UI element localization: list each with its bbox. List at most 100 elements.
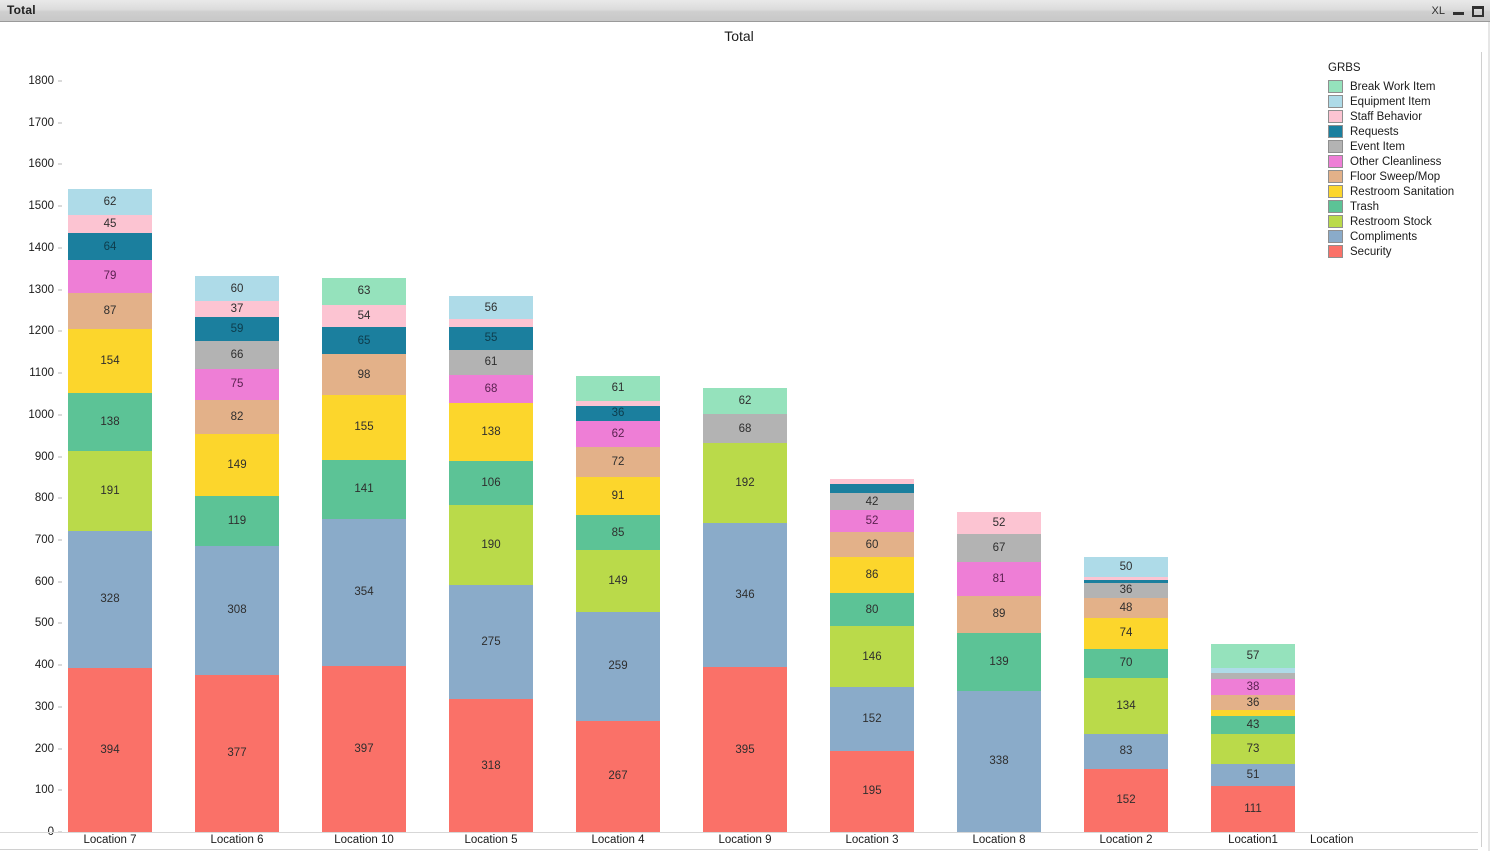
bar-segment[interactable]: 308 [195,546,279,675]
bar-segment[interactable]: 59 [195,316,279,342]
bar-segment[interactable]: 63 [322,278,406,305]
bar-segment[interactable]: 138 [68,393,152,452]
bar-segment[interactable]: 50 [1084,556,1168,578]
bar-segment[interactable]: 275 [449,584,533,700]
bar-segment[interactable]: 62 [68,188,152,215]
bar-segment[interactable]: 346 [703,522,787,668]
bar-segment[interactable]: 83 [1084,733,1168,769]
bar-segment[interactable]: 52 [957,512,1041,535]
stacked-bar[interactable]: 63 54 65 98 155 141 354 397 [322,278,406,832]
bar-segment[interactable]: 57 [1211,644,1295,669]
stacked-bar[interactable]: 52 67 81 89 139 338 [957,512,1041,832]
bar-segment[interactable]: 377 [195,674,279,832]
bar-segment[interactable]: 72 [576,446,660,477]
bar-segment[interactable] [830,483,914,493]
bar-segment[interactable]: 149 [195,434,279,497]
bar-segment[interactable]: 74 [1084,617,1168,649]
bar-segment[interactable]: 54 [322,304,406,328]
bar-segment[interactable]: 152 [1084,768,1168,832]
bar-segment[interactable]: 91 [576,476,660,515]
stacked-bar[interactable]: 42 52 60 86 80 146 152 195 [830,479,914,832]
bar-segment[interactable]: 36 [1084,582,1168,598]
stacked-bar[interactable]: 62 45 64 79 87 154 138 191 328 394 [68,188,152,832]
bar-segment[interactable]: 60 [195,276,279,302]
bar-segment[interactable]: 139 [957,632,1041,691]
minimize-icon[interactable] [1453,6,1464,17]
bar-segment[interactable]: 73 [1211,733,1295,765]
bar-segment[interactable]: 149 [576,550,660,613]
legend-item[interactable]: Requests [1328,124,1480,139]
stacked-bar[interactable]: 56 55 61 68 138 106 190 275 318 [449,295,533,832]
bar-segment[interactable]: 111 [1211,785,1295,832]
bar-segment[interactable]: 36 [576,405,660,421]
bar-segment[interactable]: 190 [449,505,533,585]
bar-segment[interactable]: 66 [195,341,279,369]
bar-segment[interactable]: 75 [195,368,279,401]
bar-segment[interactable]: 43 [1211,715,1295,734]
bar-segment[interactable]: 155 [322,395,406,460]
bar-segment[interactable]: 56 [449,295,533,320]
bar-segment[interactable]: 259 [576,612,660,721]
bar-segment[interactable]: 62 [703,388,787,415]
bar-segment[interactable]: 328 [68,530,152,668]
bar-segment[interactable]: 61 [449,349,533,376]
bar-segment[interactable] [449,319,533,327]
bar-segment[interactable]: 354 [322,518,406,667]
bar-segment[interactable]: 68 [703,414,787,443]
bar-segment[interactable]: 52 [830,510,914,532]
bar-segment[interactable]: 154 [68,329,152,394]
bar-segment[interactable]: 62 [576,421,660,447]
bar-segment[interactable]: 67 [957,534,1041,563]
bar-segment[interactable]: 82 [195,400,279,435]
legend-item[interactable]: Floor Sweep/Mop [1328,169,1480,184]
bar-segment[interactable]: 42 [830,492,914,511]
bar-segment[interactable]: 81 [957,562,1041,596]
legend-item[interactable]: Staff Behavior [1328,109,1480,124]
legend-item[interactable]: Event Item [1328,139,1480,154]
bar-segment[interactable]: 338 [957,690,1041,832]
bar-segment[interactable]: 191 [68,451,152,531]
legend-item[interactable]: Other Cleanliness [1328,154,1480,169]
legend-item[interactable]: Security [1328,244,1480,259]
bar-segment[interactable]: 45 [68,214,152,234]
bar-segment[interactable]: 195 [830,750,914,832]
legend-item[interactable]: Compliments [1328,229,1480,244]
bar-segment[interactable]: 152 [830,687,914,751]
bar-segment[interactable]: 85 [576,514,660,551]
bar-segment[interactable]: 70 [1084,648,1168,678]
bar-segment[interactable]: 395 [703,667,787,832]
bar-segment[interactable]: 397 [322,666,406,832]
bar-segment[interactable]: 119 [195,496,279,547]
bar-segment[interactable]: 64 [68,233,152,260]
stacked-bar[interactable]: 60 37 59 66 75 82 149 119 308 377 [195,276,279,832]
legend-item[interactable]: Break Work Item [1328,79,1480,94]
maximize-icon[interactable] [1472,5,1484,17]
bar-segment[interactable]: 106 [449,461,533,506]
legend-item[interactable]: Trash [1328,199,1480,214]
bar-segment[interactable]: 61 [576,375,660,401]
stacked-bar[interactable]: 62 68 192 346 395 [703,388,787,832]
bar-segment[interactable]: 48 [1084,597,1168,618]
bar-segment[interactable]: 134 [1084,677,1168,734]
bar-segment[interactable]: 37 [195,301,279,317]
bar-segment[interactable]: 394 [68,667,152,832]
legend-item[interactable]: Equipment Item [1328,94,1480,109]
bar-segment[interactable]: 36 [1211,695,1295,711]
stacked-bar[interactable]: 57 38 36 43 73 51 111 [1211,644,1295,832]
bar-segment[interactable]: 65 [322,327,406,355]
bar-segment[interactable]: 51 [1211,764,1295,786]
bar-segment[interactable]: 138 [449,403,533,462]
bar-segment[interactable]: 267 [576,720,660,832]
legend-item[interactable]: Restroom Sanitation [1328,184,1480,199]
bar-segment[interactable]: 38 [1211,679,1295,696]
bar-segment[interactable]: 87 [68,292,152,330]
bar-segment[interactable]: 89 [957,595,1041,633]
bar-segment[interactable]: 60 [830,531,914,558]
bar-segment[interactable]: 146 [830,626,914,688]
stacked-bar[interactable]: 50 36 48 74 70 134 83 152 [1084,556,1168,832]
bar-segment[interactable]: 141 [322,459,406,519]
bar-segment[interactable]: 192 [703,442,787,523]
stacked-bar[interactable]: 61 36 62 72 91 85 149 259 267 [576,375,660,832]
bar-segment[interactable]: 68 [449,375,533,404]
export-xl-button[interactable]: XL [1432,2,1445,20]
